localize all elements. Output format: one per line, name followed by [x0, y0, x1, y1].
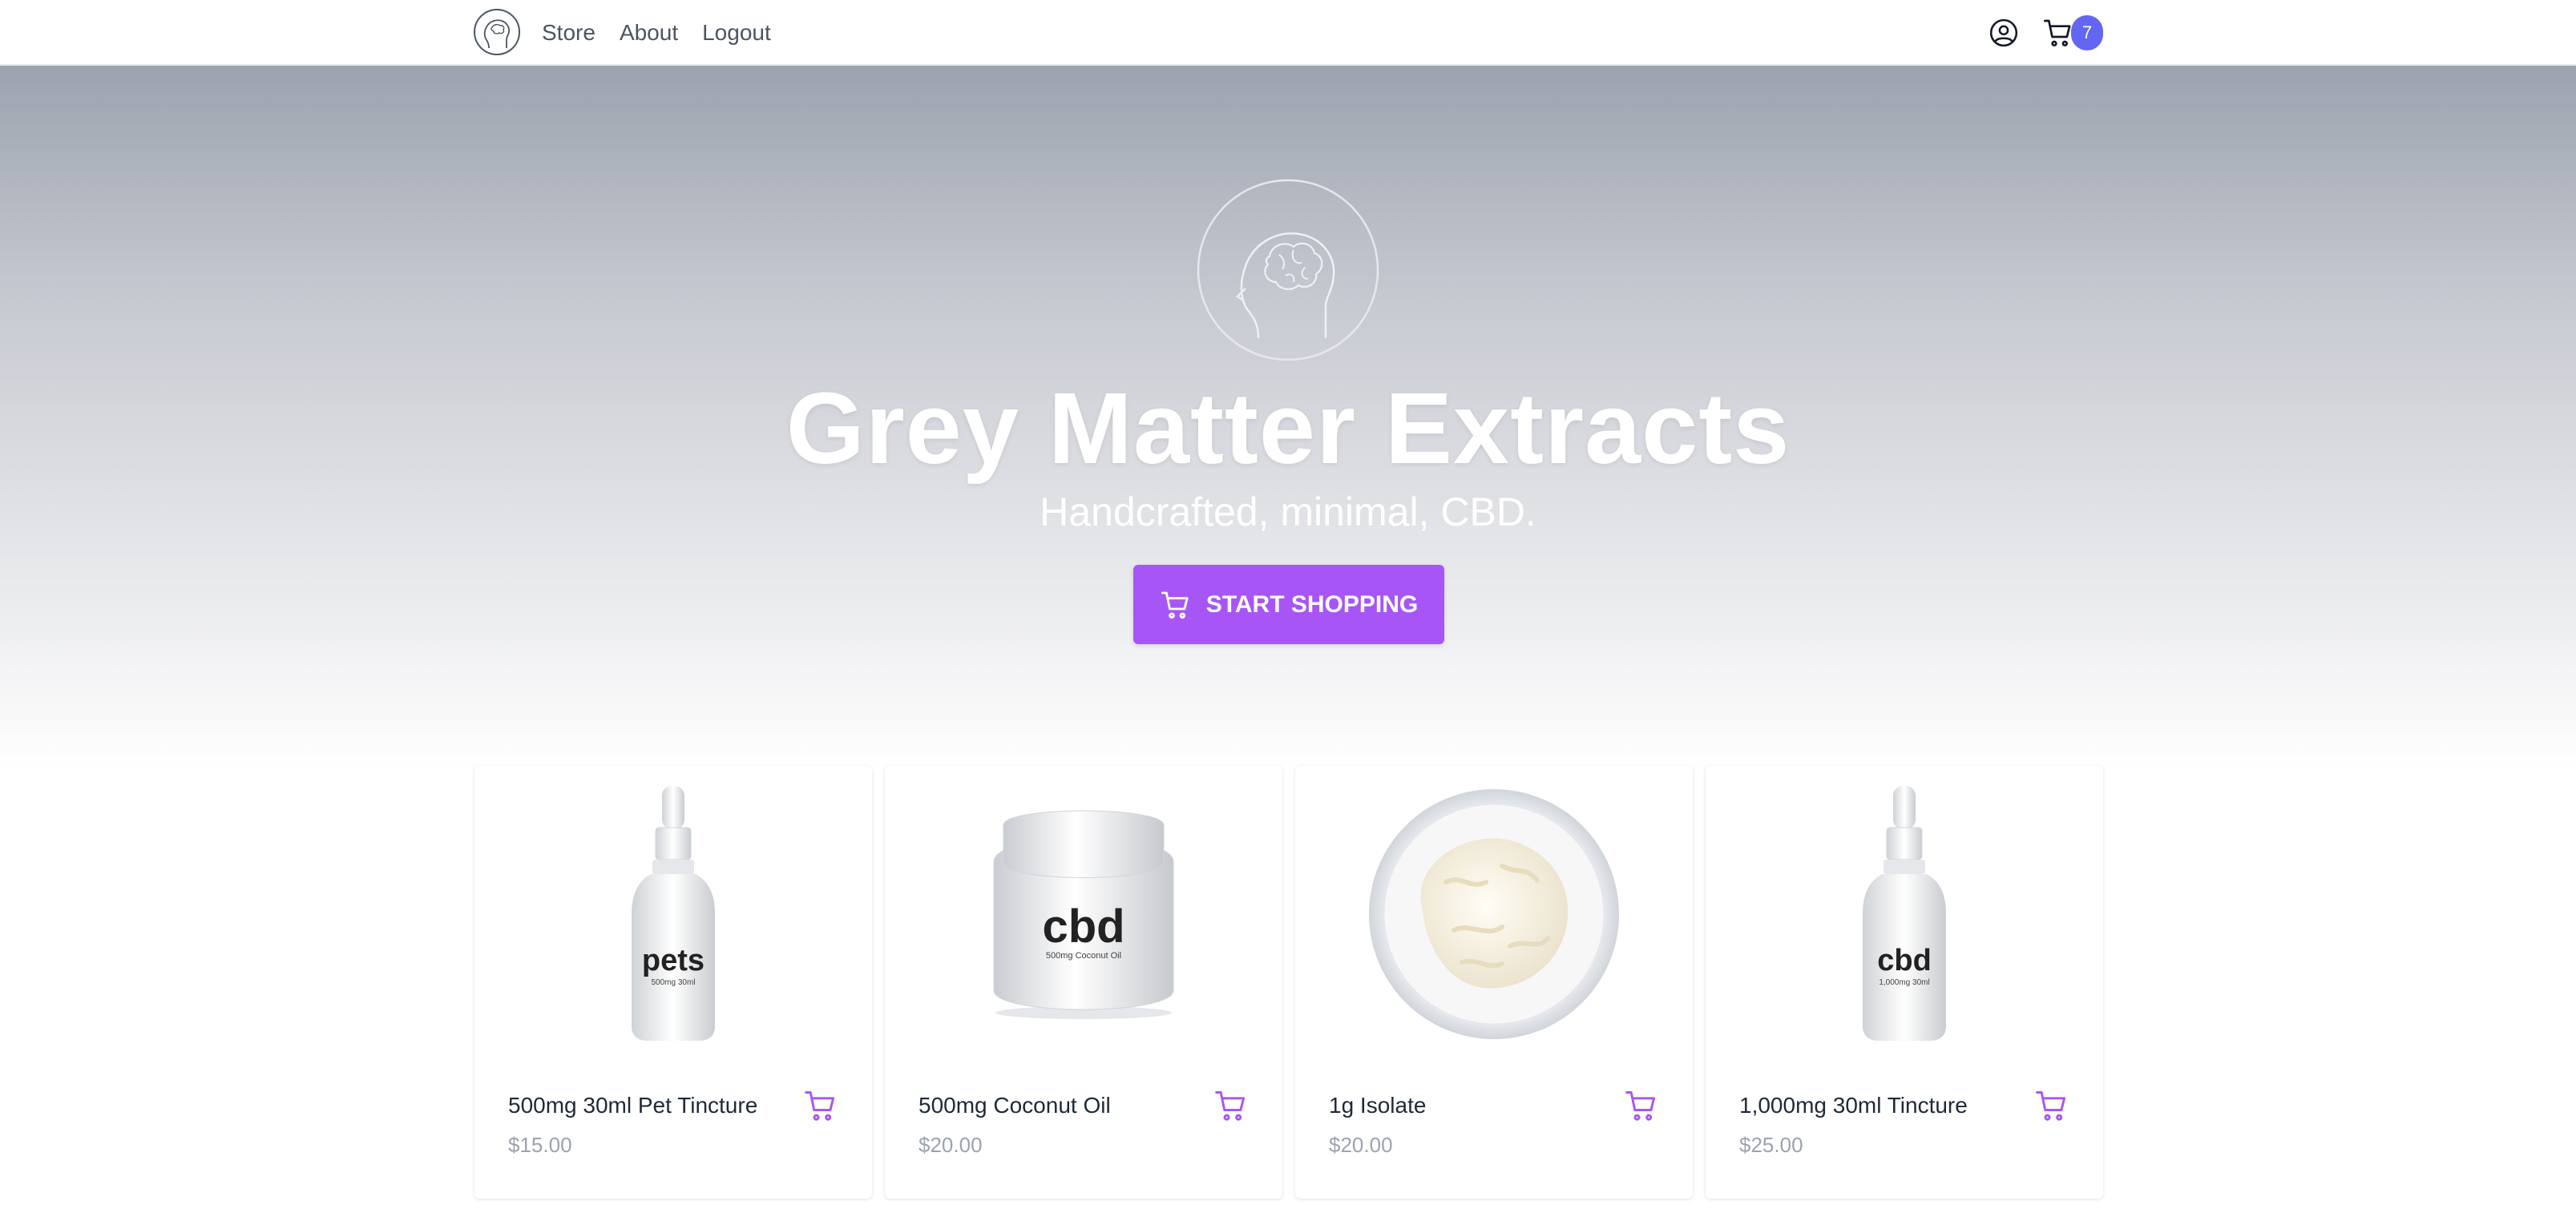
product-card[interactable]: cbd 1,000mg 30ml 1,000mg 30ml Tincture $… [1706, 766, 2103, 1199]
product-card[interactable]: cbd 500mg Coconut Oil 500mg Coconut Oil … [885, 766, 1282, 1199]
top-nav: Store About Logout 7 [0, 0, 2576, 66]
product-price: $20.00 [919, 1133, 983, 1157]
hero-title: Grey Matter Extracts [785, 372, 1791, 485]
cart-icon [2044, 19, 2071, 47]
cart-icon [1161, 591, 1189, 619]
nav-link-logout[interactable]: Logout [702, 20, 771, 46]
account-button[interactable] [1988, 17, 2020, 49]
start-shopping-button[interactable]: START SHOPPING [1133, 565, 1444, 644]
brain-head-icon [1197, 179, 1379, 361]
dropper-bottle-icon: cbd 1,000mg 30ml [1863, 786, 1946, 1041]
product-image[interactable]: cbd 1,000mg 30ml [1706, 786, 2103, 1041]
product-card[interactable]: pets 500mg 30ml 500mg 30ml Pet Tincture … [474, 766, 872, 1199]
add-to-cart-button[interactable] [2034, 1088, 2069, 1123]
bottle-sublabel-text: 1,000mg 30ml [1879, 978, 1929, 987]
jar-icon: cbd 500mg Coconut Oil [993, 810, 1174, 1019]
product-name[interactable]: 1g Isolate [1329, 1093, 1426, 1118]
nav-link-about[interactable]: About [620, 20, 678, 46]
bottle-label-text: pets [642, 944, 705, 977]
start-shopping-label: START SHOPPING [1205, 590, 1419, 618]
cart-count-badge: 7 [2071, 15, 2103, 50]
product-card[interactable]: 1g Isolate $20.00 [1295, 766, 1693, 1199]
brain-head-logo-icon[interactable] [473, 8, 521, 56]
user-circle-icon [1989, 18, 2018, 47]
hero-subtitle: Handcrafted, minimal, CBD. [1040, 490, 1536, 534]
jar-label-text: cbd [1042, 901, 1124, 953]
product-grid: pets 500mg 30ml 500mg 30ml Pet Tincture … [474, 766, 2103, 1199]
jar-sublabel-text: 500mg Coconut Oil [1046, 951, 1121, 961]
product-price: $25.00 [1739, 1133, 1803, 1157]
bottle-label-text: cbd [1877, 944, 1932, 977]
add-to-cart-button[interactable] [1624, 1088, 1659, 1123]
bottle-sublabel-text: 500mg 30ml [651, 978, 695, 987]
product-image[interactable] [1295, 789, 1693, 1039]
product-name[interactable]: 1,000mg 30ml Tincture [1739, 1093, 1968, 1118]
nav-links: Store About Logout [542, 0, 771, 66]
hero-section: Grey Matter Extracts Handcrafted, minima… [0, 66, 2576, 771]
product-price: $15.00 [508, 1133, 572, 1157]
dropper-bottle-icon: pets 500mg 30ml [632, 786, 715, 1041]
product-price: $20.00 [1329, 1133, 1393, 1157]
nav-link-store[interactable]: Store [542, 20, 596, 46]
cart-button[interactable]: 7 [2042, 15, 2103, 50]
add-to-cart-button[interactable] [1213, 1088, 1249, 1123]
product-name[interactable]: 500mg Coconut Oil [919, 1093, 1111, 1118]
product-image[interactable]: cbd 500mg Coconut Oil [885, 790, 1282, 1038]
isolate-dish-icon [1369, 789, 1619, 1039]
nav-actions: 7 [1988, 0, 2103, 66]
product-name[interactable]: 500mg 30ml Pet Tincture [508, 1093, 757, 1118]
add-to-cart-button[interactable] [803, 1088, 838, 1123]
product-image[interactable]: pets 500mg 30ml [474, 786, 872, 1041]
